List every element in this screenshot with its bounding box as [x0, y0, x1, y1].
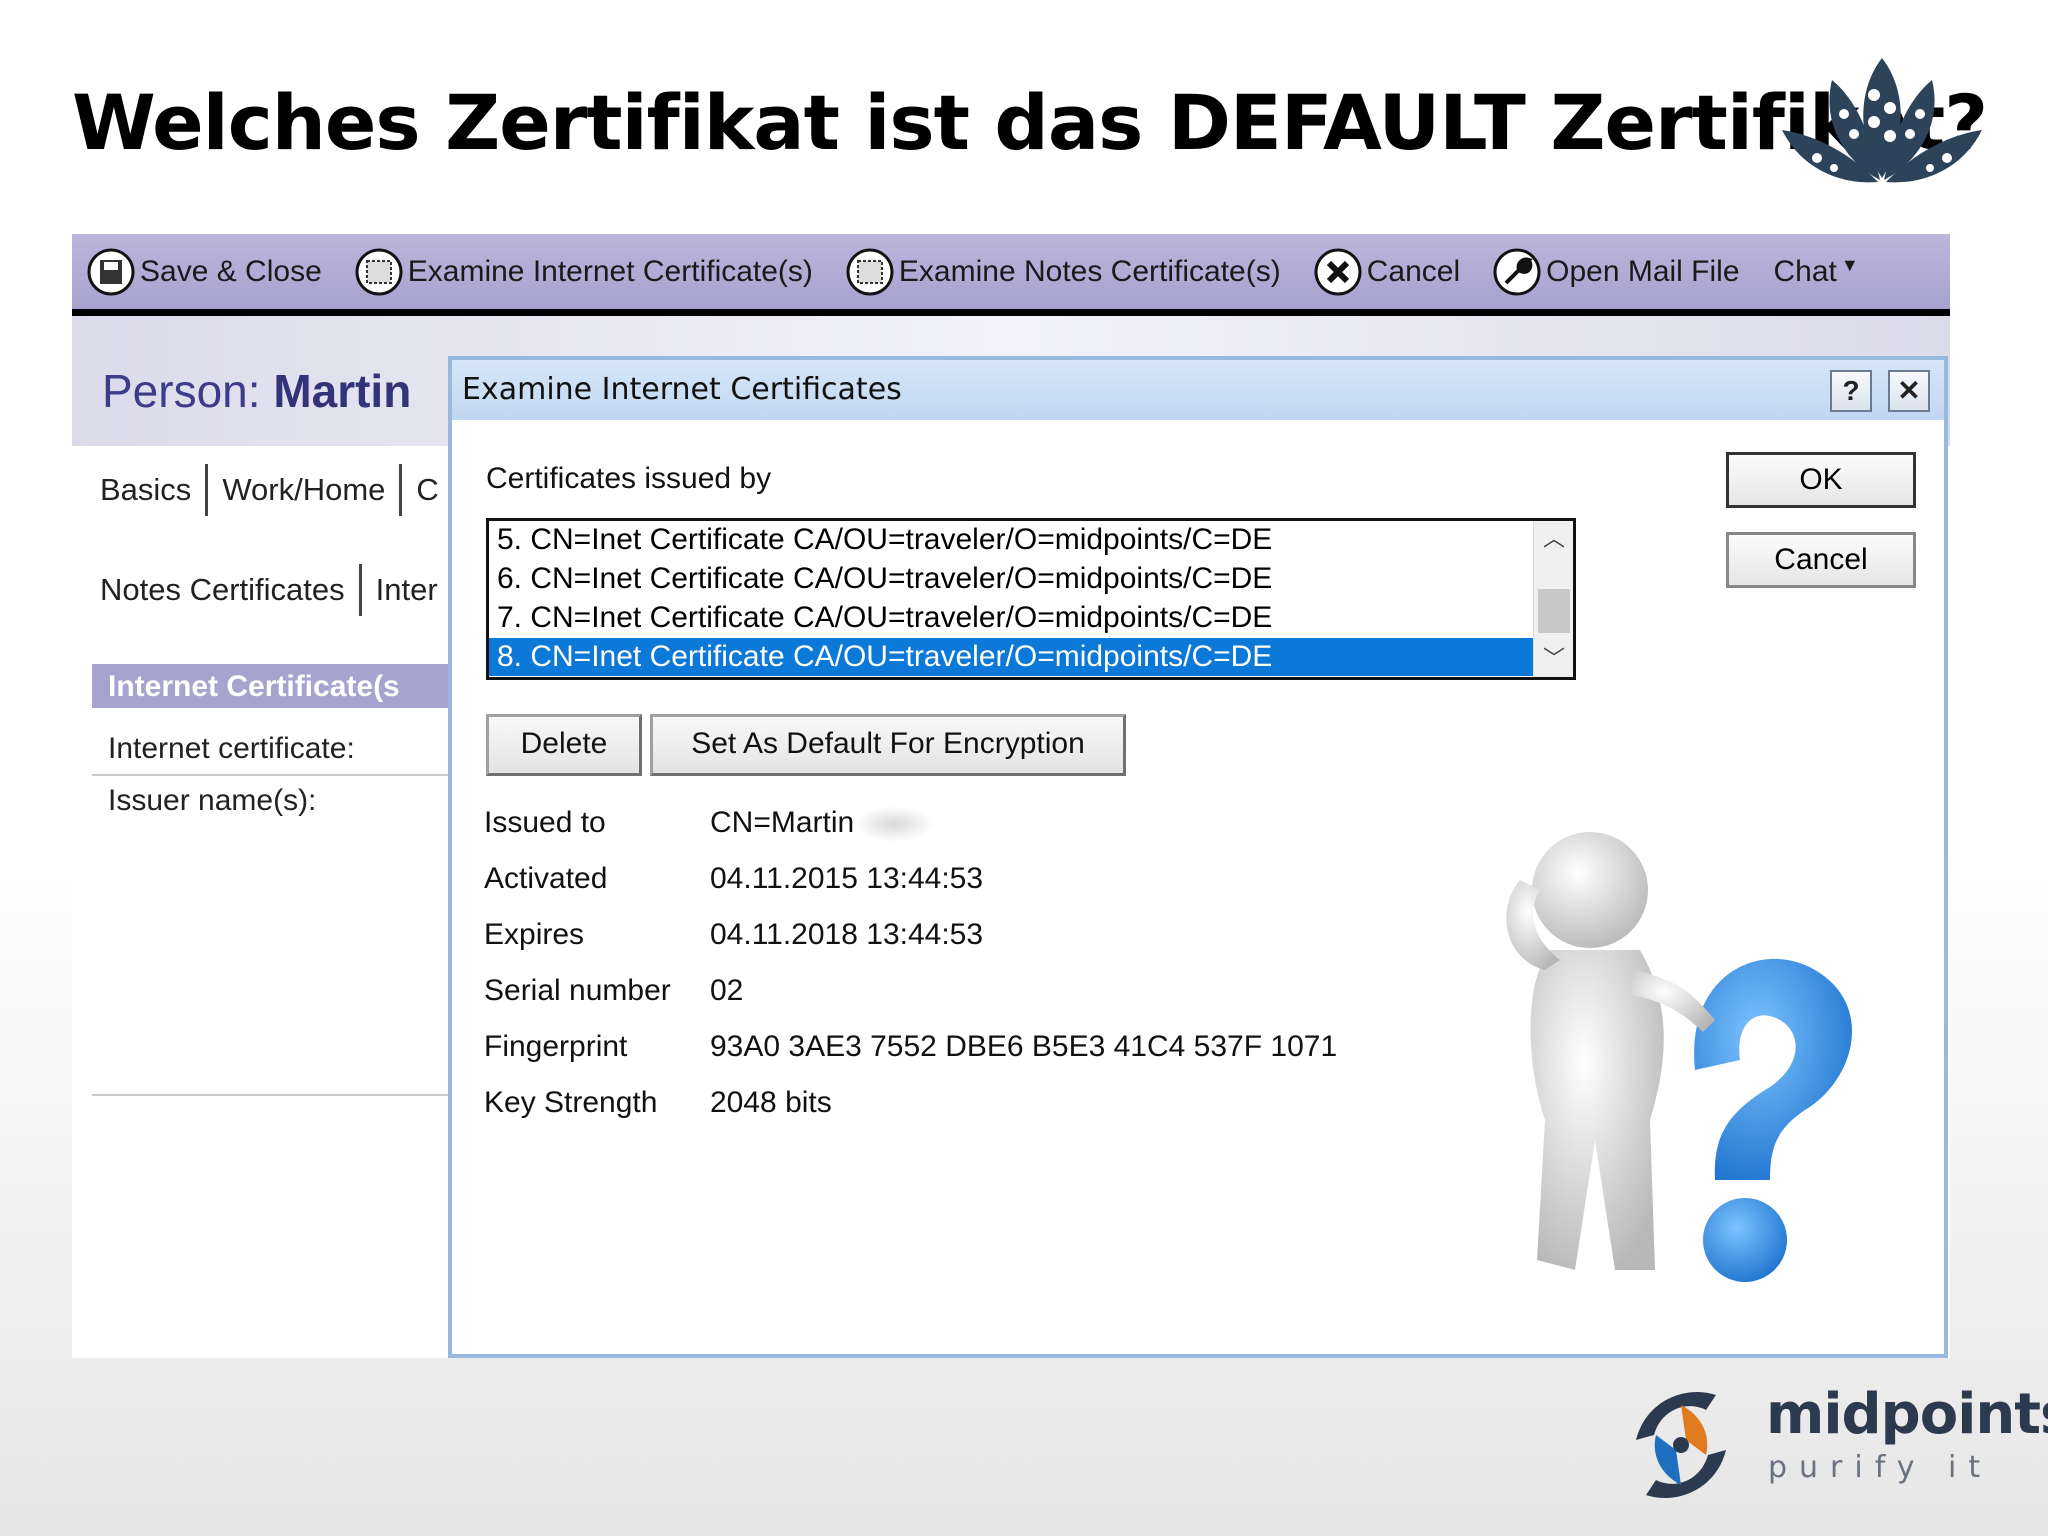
scroll-thumb[interactable]: [1538, 589, 1570, 633]
tab-more[interactable]: C: [402, 464, 452, 516]
person-title: Person: Martin: [102, 364, 411, 418]
internet-certificate-label: Internet certificate:: [108, 732, 355, 765]
activated-value: 04.11.2015 13:44:53: [710, 862, 984, 895]
list-item-selected[interactable]: 8. CN=Inet Certificate CA/OU=traveler/O=…: [489, 638, 1535, 676]
main-tabs: Basics Work/Home C: [86, 464, 453, 516]
delete-button[interactable]: Delete: [486, 714, 642, 776]
examine-notes-certificates-button[interactable]: Examine Notes Certificate(s): [845, 247, 1281, 297]
dialog-cancel-button[interactable]: Cancel: [1726, 532, 1916, 588]
issued-to-label: Issued to: [484, 806, 606, 839]
dialog-titlebar: Examine Internet Certificates: [452, 360, 1944, 420]
key-strength-value: 2048 bits: [710, 1086, 832, 1119]
examine-internet-certificates-button[interactable]: Examine Internet Certificate(s): [354, 247, 813, 297]
chat-label: Chat: [1773, 254, 1837, 288]
help-button[interactable]: ?: [1830, 370, 1872, 412]
thinking-figure-question-mark-icon: [1506, 832, 1853, 1282]
divider: [92, 774, 452, 776]
tab-basics[interactable]: Basics: [86, 464, 209, 516]
open-mail-label: Open Mail File: [1546, 254, 1740, 288]
scroll-down-icon[interactable]: ﹀: [1534, 641, 1573, 677]
serial-number-value: 02: [710, 974, 744, 1007]
listbox-scrollbar[interactable]: ︿ ﹀: [1533, 521, 1573, 677]
issued-to-text: CN=Martin: [710, 806, 855, 839]
scroll-up-icon[interactable]: ︿: [1534, 521, 1573, 557]
chat-menu-button[interactable]: Chat ▼: [1774, 255, 1859, 289]
examine-internet-label: Examine Internet Certificate(s): [407, 254, 813, 288]
issued-by-label: Certificates issued by: [486, 462, 772, 495]
cancel-button[interactable]: Cancel: [1313, 247, 1460, 297]
expires-label: Expires: [484, 918, 585, 951]
certificate-tabs: Notes Certificates Inter: [86, 564, 452, 616]
dialog-close-button[interactable]: ✕: [1888, 370, 1930, 412]
issuer-names-label: Issuer name(s):: [108, 784, 317, 817]
fingerprint-value: 93A0 3AE3 7552 DBE6 B5E3 41C4 537F 1071: [710, 1030, 1338, 1063]
dialog-title: Examine Internet Certificates: [462, 372, 902, 407]
examine-notes-label: Examine Notes Certificate(s): [898, 254, 1281, 288]
ok-button[interactable]: OK: [1726, 452, 1916, 508]
slide-title: Welches Zertifikat ist das DEFAULT Zerti…: [72, 78, 1988, 167]
list-item[interactable]: 6. CN=Inet Certificate CA/OU=traveler/O=…: [489, 560, 1535, 598]
lotus-logo-icon: [1782, 58, 1982, 183]
list-item[interactable]: 7. CN=Inet Certificate CA/OU=traveler/O=…: [489, 599, 1535, 637]
certificates-listbox[interactable]: 5. CN=Inet Certificate CA/OU=traveler/O=…: [486, 518, 1576, 680]
tab-notes-certificates[interactable]: Notes Certificates: [86, 564, 362, 616]
certificate-icon: [355, 248, 403, 295]
cancel-label: Cancel: [1366, 254, 1461, 288]
activated-label: Activated: [484, 862, 608, 895]
expires-value: 04.11.2018 13:44:53: [710, 918, 984, 951]
divider: [92, 1094, 452, 1096]
tab-work-home[interactable]: Work/Home: [208, 464, 403, 516]
open-mail-file-button[interactable]: Open Mail File: [1492, 247, 1740, 297]
person-prefix: Person:: [102, 365, 261, 417]
certificate-icon: [846, 248, 894, 295]
midpoints-logo-icon: [1636, 1392, 1726, 1498]
close-circle-icon: [1314, 248, 1362, 295]
list-item[interactable]: 5. CN=Inet Certificate CA/OU=traveler/O=…: [489, 521, 1535, 559]
set-default-button[interactable]: Set As Default For Encryption: [650, 714, 1126, 776]
key-strength-label: Key Strength: [484, 1086, 658, 1119]
chevron-down-icon: ▼: [1840, 255, 1859, 275]
brand-tagline: purify it: [1768, 1450, 1993, 1485]
issued-to-value: CN=Martin: [710, 806, 935, 843]
redacted-surname: [854, 806, 935, 843]
action-toolbar: Save & Close Examine Internet Certificat…: [72, 234, 1950, 316]
wrench-icon: [1493, 248, 1541, 295]
save-close-button[interactable]: Save & Close: [86, 247, 322, 297]
tab-internet-certificates[interactable]: Inter: [362, 564, 452, 616]
section-header: Internet Certificate(s: [92, 664, 452, 708]
brand-name: midpoints: [1766, 1382, 2048, 1447]
save-close-label: Save & Close: [140, 254, 322, 288]
save-icon: [87, 248, 135, 295]
person-name: Martin: [273, 365, 412, 417]
fingerprint-label: Fingerprint: [484, 1030, 628, 1063]
serial-number-label: Serial number: [484, 974, 671, 1007]
